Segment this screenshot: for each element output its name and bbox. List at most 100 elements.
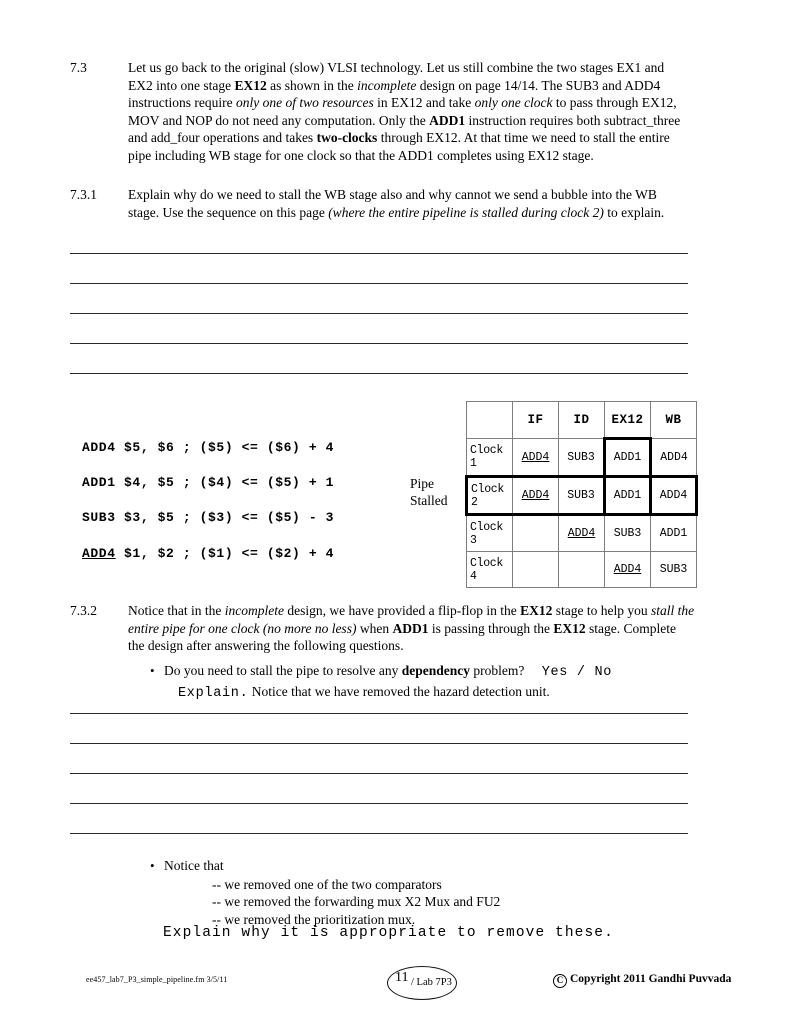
question-number-7-3-2: 7.3.2 [70, 603, 97, 618]
code-line: ADD1 $4, $5 ; ($4) <= ($5) + 1 [82, 465, 334, 500]
explain-removal-prompt: Explain why it is appropriate to remove … [163, 925, 614, 941]
table-corner-cell [466, 401, 513, 439]
footer-page-badge: 11 / Lab 7P3 [387, 966, 457, 1000]
pipeline-cell-wb-clock3: ADD1 [650, 514, 697, 552]
pipeline-instruction: ADD4 [521, 450, 550, 464]
pipeline-instruction: ADD1 [613, 451, 642, 464]
answer-rule-line[interactable] [70, 313, 688, 314]
pipeline-instruction: ADD4 [567, 527, 596, 540]
answer-rule-line[interactable] [70, 373, 688, 374]
notice-sub-items: -- we removed one of the two comparators… [212, 876, 500, 928]
answer-lines-bottom[interactable] [70, 713, 688, 834]
pipeline-cell-if-clock2: ADD4 [512, 475, 559, 516]
code-line: SUB3 $3, $5 ; ($3) <= ($5) - 3 [82, 500, 334, 535]
question-number-7-3: 7.3 [70, 60, 87, 75]
pipeline-cell-id-clock1: SUB3 [558, 438, 605, 477]
clock-label-2: Clock 2 [465, 475, 513, 516]
code-line: ADD4 $5, $6 ; ($5) <= ($6) + 4 [82, 430, 334, 465]
answer-rule-line[interactable] [70, 343, 688, 344]
pipeline-cell-ex12-clock4: ADD4 [604, 551, 651, 588]
pipeline-cell-wb-clock4: SUB3 [650, 551, 697, 588]
pipeline-instruction: SUB3 [659, 563, 688, 576]
footer-page-label: / Lab 7P3 [411, 977, 452, 988]
answer-rule-line[interactable] [70, 743, 688, 744]
question-7-3-1: 7.3.1 Explain why do we need to stall th… [70, 186, 690, 221]
explain-prompt: Explain. [178, 685, 249, 701]
question-number-7-3-1: 7.3.1 [70, 187, 97, 202]
clock-label-4: Clock 4 [466, 551, 513, 588]
clock-label-3: Clock 3 [466, 514, 513, 552]
pipeline-cell-if-clock3 [512, 514, 559, 552]
answer-rule-line[interactable] [70, 713, 688, 714]
table-header-row: IF ID EX12 WB [466, 401, 697, 439]
clock-label-1: Clock 1 [466, 438, 513, 477]
answer-lines-top[interactable] [70, 253, 688, 374]
code-operands: $5, $6 ; ($5) <= ($6) + 4 [115, 440, 335, 455]
pipeline-cell-ex12-clock1: ADD1 [603, 437, 652, 477]
bullet-marker-icon-2: • [150, 858, 155, 873]
pipeline-cell-ex12-clock2: ADD1 [603, 475, 652, 516]
pipeline-cell-id-clock4 [558, 551, 605, 588]
code-listing: ADD4 $5, $6 ; ($5) <= ($6) + 4 ADD1 $4, $… [82, 430, 334, 571]
answer-rule-line[interactable] [70, 803, 688, 804]
table-row: Clock 2 ADD4 SUB3 ADD1 ADD4 [465, 475, 698, 516]
code-mnemonic: ADD4 [82, 440, 116, 455]
pipeline-instruction: ADD4 [660, 450, 688, 464]
pipeline-instruction: ADD4 [521, 489, 550, 502]
question-7-3-2: 7.3.2 Notice that in the incomplete desi… [70, 602, 695, 655]
bullet-marker-icon: • [150, 663, 155, 678]
pipeline-instruction: SUB3 [567, 450, 595, 464]
pipeline-instruction: ADD1 [613, 489, 642, 502]
notice-sub-item: -- we removed the forwarding mux X2 Mux … [212, 894, 501, 910]
bullet-notice: • Notice that [150, 857, 690, 875]
table-row: Clock 4 ADD4 SUB3 [466, 551, 697, 588]
pipeline-table-body: Clock 1 ADD4 SUB3 ADD1 ADD4 Clock 2 ADD4 SUB3 AD… [465, 437, 698, 588]
footer-copyright: C Copyright 2011 Gandhi Puvvada [553, 973, 731, 988]
pipeline-instruction: ADD4 [613, 563, 642, 576]
pipeline-diagram: IF ID EX12 WB Clock 1 ADD4 SUB3 ADD1 ADD4 Clock … [465, 401, 698, 588]
code-mnemonic: SUB3 [82, 510, 116, 526]
pipeline-cell-if-clock1: ADD4 [512, 438, 559, 477]
question-body-7-3: Let us go back to the original (slow) VL… [128, 60, 681, 163]
footer-page-number: 11 [395, 970, 409, 985]
pipeline-cell-wb-clock2: ADD4 [650, 475, 698, 516]
table-header-if: IF [512, 401, 559, 439]
answer-rule-line[interactable] [70, 773, 688, 774]
answer-rule-line[interactable] [70, 283, 688, 284]
pipeline-instruction: SUB3 [613, 527, 642, 540]
copyright-icon: C [553, 974, 567, 988]
table-row: Clock 1 ADD4 SUB3 ADD1 ADD4 [466, 437, 697, 477]
footer-file-name: ee457_lab7_P3_simple_pipeline.fm 3/5/11 [86, 975, 228, 984]
code-operands: $3, $5 ; ($3) <= ($5) - 3 [115, 510, 335, 526]
table-header-id: ID [558, 401, 605, 439]
table-row: Clock 3 ADD4 SUB3 ADD1 [466, 514, 697, 552]
table-header-ex12: EX12 [604, 401, 651, 439]
document-page: 7.3 Let us go back to the original (slow… [0, 0, 791, 1024]
yes-no-choice[interactable]: Yes / No [542, 665, 612, 680]
footer-copyright-text: Copyright 2011 Gandhi Puvvada [570, 973, 732, 985]
pipeline-cell-wb-clock1: ADD4 [650, 438, 697, 477]
bullet-notice-heading: Notice that [164, 858, 224, 873]
pipe-stalled-line-2: Stalled [410, 492, 448, 508]
code-operands: $1, $2 ; ($1) <= ($2) + 4 [115, 545, 335, 561]
pipeline-instruction: ADD4 [659, 489, 688, 502]
code-line: ADD4 $1, $2 ; ($1) <= ($2) + 4 [82, 536, 334, 571]
hazard-unit-note: Notice that we have removed the hazard d… [248, 683, 550, 699]
answer-rule-line[interactable] [70, 833, 688, 834]
pipeline-cell-id-clock3: ADD4 [558, 514, 605, 552]
pipe-stalled-label: Pipe Stalled [410, 476, 448, 509]
code-mnemonic: ADD4 [82, 545, 116, 561]
pipe-stalled-line-1: Pipe [410, 476, 435, 491]
bullet-dependency: • Do you need to stall the pipe to resol… [150, 662, 690, 702]
table-header-wb: WB [650, 401, 697, 439]
pipeline-table-head: IF ID EX12 WB [466, 401, 697, 439]
code-operands: $4, $5 ; ($4) <= ($5) + 1 [115, 475, 335, 491]
pipeline-cell-id-clock2: SUB3 [558, 475, 605, 516]
code-mnemonic: ADD1 [82, 475, 116, 491]
pipeline-instruction: ADD1 [659, 527, 688, 540]
question-body-7-3-2: Notice that in the incomplete design, we… [128, 603, 695, 654]
answer-rule-line[interactable] [70, 253, 688, 254]
pipeline-instruction: SUB3 [567, 489, 595, 502]
pipeline-cell-ex12-clock3: SUB3 [604, 514, 651, 552]
pipeline-table: IF ID EX12 WB Clock 1 ADD4 SUB3 ADD1 ADD4 Clock … [465, 401, 698, 588]
